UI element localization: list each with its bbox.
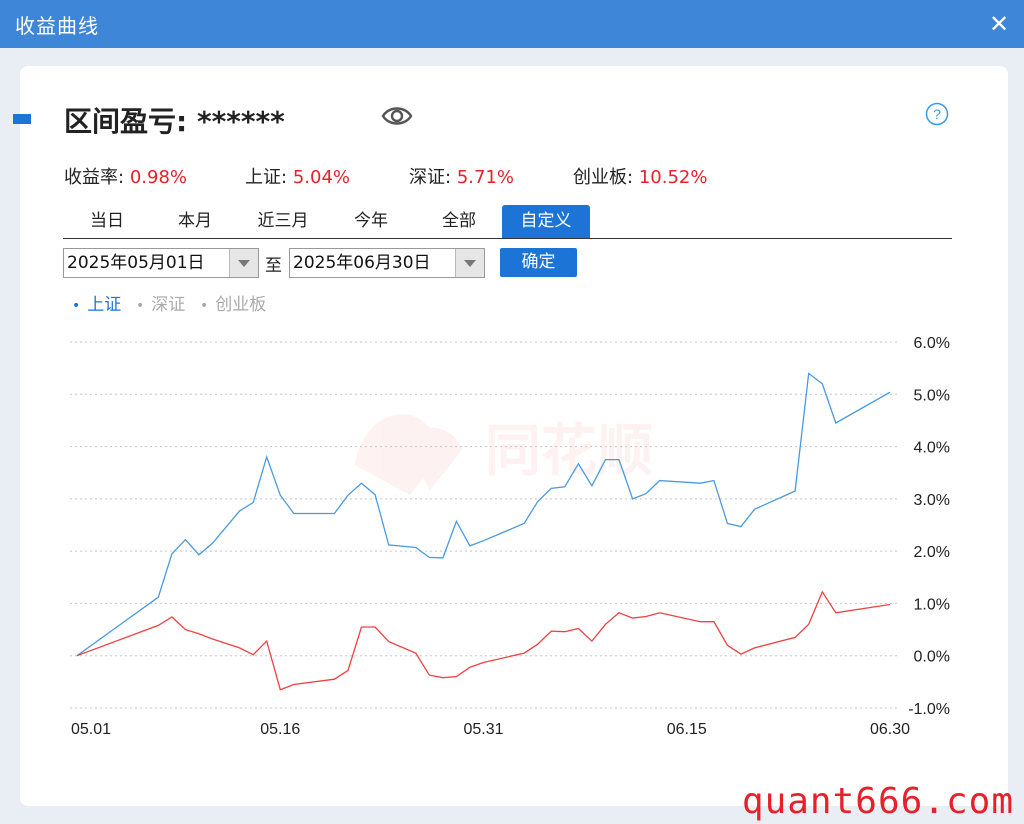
legend-item-chinext[interactable]: • 创业板: [200, 290, 266, 315]
x-tick-label: 06.30: [870, 721, 910, 738]
chevron-down-icon[interactable]: [229, 249, 258, 277]
x-tick-label: 05.31: [463, 721, 503, 738]
stat-return: 收益率: 0.98%: [64, 163, 187, 189]
period-tabs: 当日 本月 近三月 今年 全部 自定义: [63, 205, 952, 239]
y-tick-label: -1.0%: [908, 701, 950, 718]
stat-label: 收益率:: [64, 167, 125, 188]
tonghuashun-watermark-logo: 同花顺: [355, 414, 653, 495]
tab-all[interactable]: 全部: [415, 205, 503, 238]
stat-label: 创业板:: [573, 167, 634, 188]
stat-value: 0.98%: [129, 167, 187, 188]
pnl-value: ******: [196, 105, 285, 138]
svg-text:同花顺: 同花顺: [485, 419, 653, 484]
start-date-picker[interactable]: 2025年05月01日: [63, 248, 259, 278]
title-bar: 收益曲线 ✕: [0, 0, 1024, 48]
window-title: 收益曲线: [15, 13, 99, 38]
legend-item-shanghai[interactable]: • 上证: [72, 290, 121, 315]
pnl-heading: 区间盈亏: ******: [64, 100, 285, 140]
stat-value: 5.71%: [456, 167, 514, 188]
series-line-shanghai: [76, 372, 891, 657]
stat-chinext: 创业板: 10.52%: [573, 163, 707, 189]
svg-text:?: ?: [933, 106, 941, 122]
x-tick-label: 05.16: [260, 721, 300, 738]
question-circle-icon[interactable]: ?: [925, 102, 949, 126]
stat-value: 10.52%: [638, 167, 708, 188]
tab-today[interactable]: 当日: [63, 205, 151, 238]
site-watermark: quant666.com: [741, 781, 1014, 822]
legend-dot: •: [72, 298, 81, 314]
start-date-value: 2025年05月01日: [67, 253, 205, 273]
y-tick-label: 1.0%: [914, 596, 950, 613]
y-tick-label: 3.0%: [914, 492, 950, 509]
date-separator: 至: [265, 256, 282, 276]
legend-dot: •: [136, 298, 145, 314]
end-date-value: 2025年06月30日: [293, 253, 431, 273]
x-tick-label: 06.15: [667, 721, 707, 738]
end-date-picker[interactable]: 2025年06月30日: [289, 248, 485, 278]
series-line-return: [76, 590, 891, 691]
tab-three-months[interactable]: 近三月: [239, 205, 327, 238]
pnl-label: 区间盈亏:: [64, 105, 188, 138]
legend-label: 深证: [151, 295, 186, 315]
y-tick-label: 2.0%: [914, 544, 950, 561]
y-tick-label: 5.0%: [914, 387, 950, 404]
tab-this-month[interactable]: 本月: [151, 205, 239, 238]
stat-shenzhen: 深证: 5.71%: [409, 163, 514, 189]
stat-shanghai: 上证: 5.04%: [245, 163, 350, 189]
tab-custom[interactable]: 自定义: [502, 205, 590, 238]
legend-label: 创业板: [215, 295, 267, 315]
eye-icon[interactable]: [381, 102, 413, 130]
stat-label: 深证:: [409, 167, 452, 188]
y-tick-label: 4.0%: [914, 440, 950, 457]
legend-dot: •: [200, 298, 209, 314]
legend-item-shenzhen[interactable]: • 深证: [136, 290, 185, 315]
legend-label: 上证: [87, 295, 122, 315]
close-icon[interactable]: ✕: [986, 9, 1012, 39]
y-tick-label: 6.0%: [914, 335, 950, 352]
y-tick-label: 0.0%: [914, 649, 950, 666]
return-chart: 同花顺 6.0% 5.0% 4.0% 3.0% 2.0% 1.0% 0.0% -1.0% 05…: [70, 335, 950, 738]
confirm-button[interactable]: 确定: [500, 248, 577, 277]
x-tick-label: 05.01: [71, 721, 111, 738]
section-marker: [13, 114, 31, 124]
chevron-down-icon[interactable]: [455, 249, 484, 277]
tab-this-year[interactable]: 今年: [327, 205, 415, 238]
stat-label: 上证:: [245, 167, 288, 188]
stat-value: 5.04%: [292, 167, 350, 188]
